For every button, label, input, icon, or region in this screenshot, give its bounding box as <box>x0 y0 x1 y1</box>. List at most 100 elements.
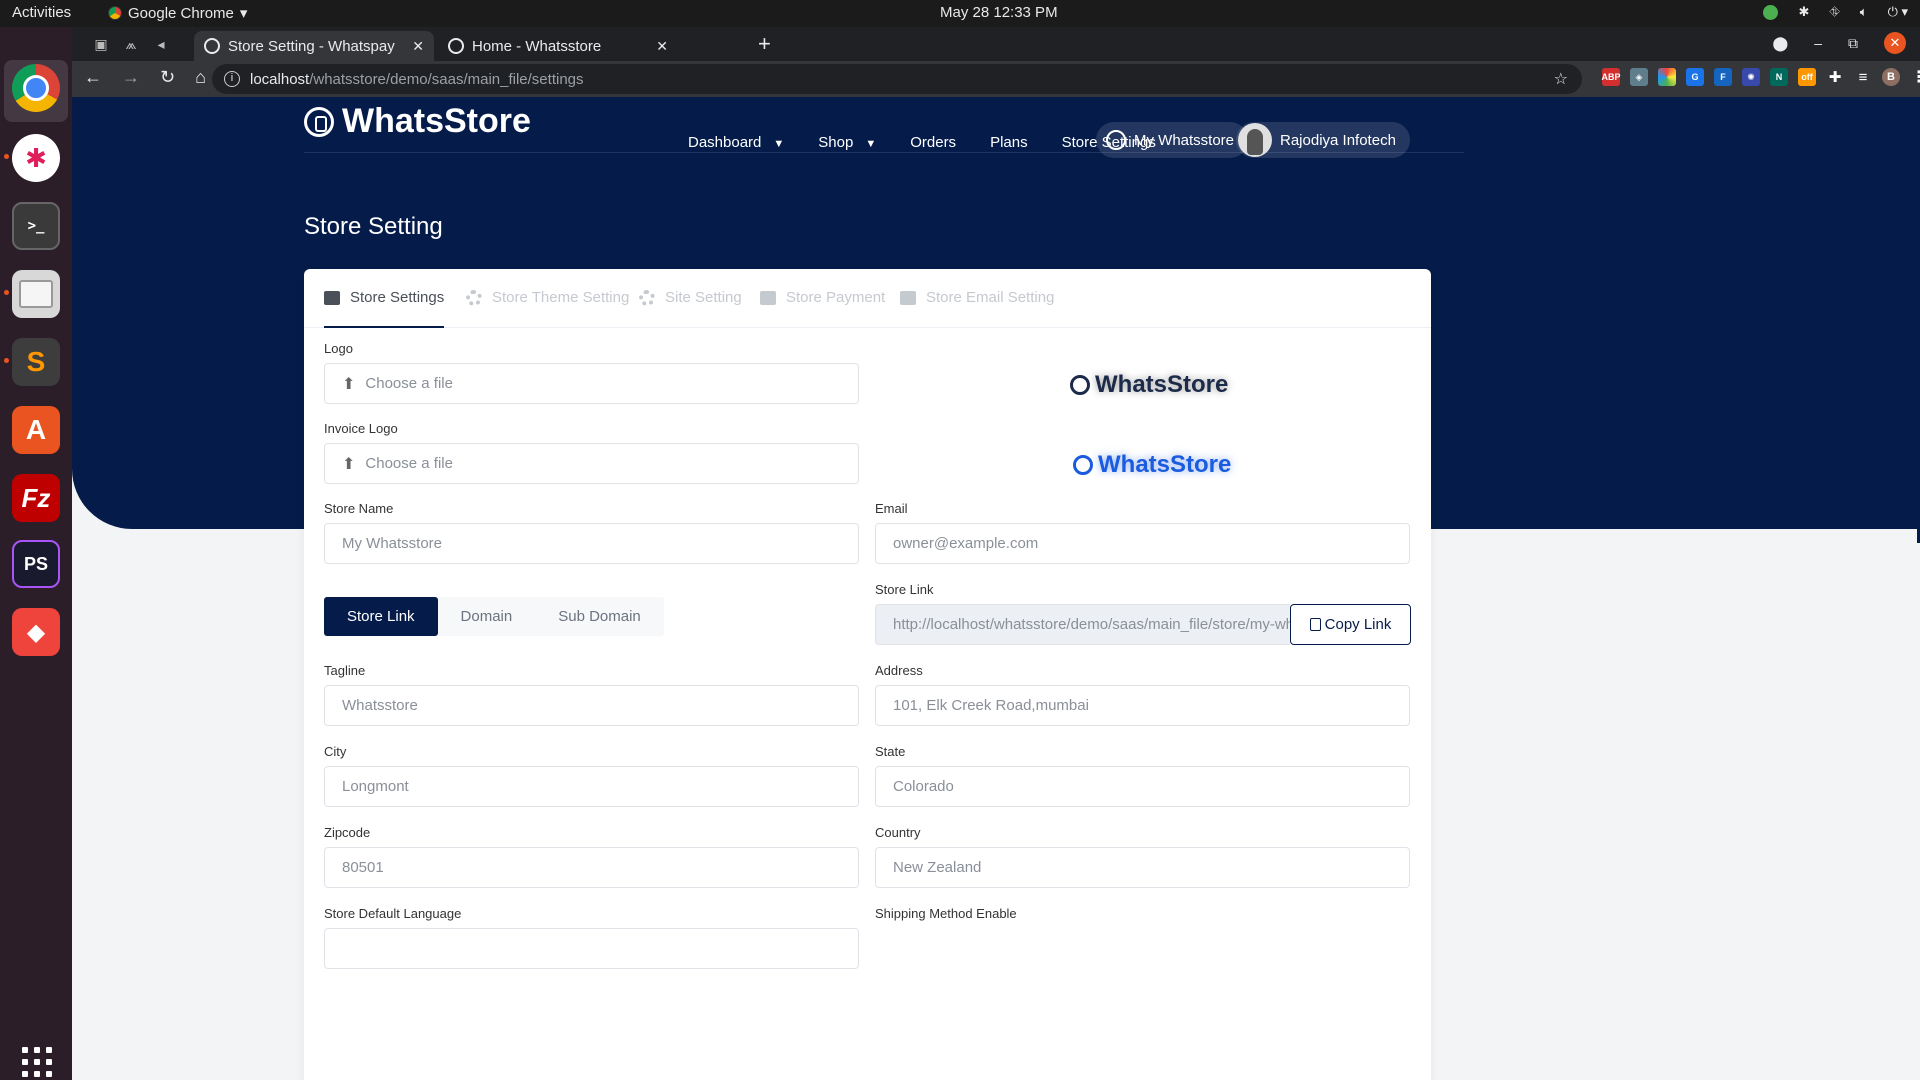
shield-extension-icon[interactable]: ◈ <box>1630 68 1648 86</box>
tab-store-email-setting[interactable]: Store Email Setting <box>900 289 1054 328</box>
menu-orders[interactable]: Orders <box>910 134 956 151</box>
minimize-button[interactable]: – <box>1814 35 1822 51</box>
store-link-field[interactable]: http://localhost/whatsstore/demo/saas/ma… <box>875 604 1290 645</box>
activities-button[interactable]: Activities <box>12 4 71 21</box>
my-whatsstore-button[interactable]: My Whatsstore <box>1096 122 1249 158</box>
n-extension-icon[interactable]: N <box>1770 68 1788 86</box>
app-menu[interactable]: Google Chrome ▾ <box>108 4 247 22</box>
new-tab-button[interactable]: + <box>758 31 771 57</box>
address-field[interactable]: 101, Elk Creek Road,mumbai <box>875 685 1410 726</box>
zipcode-label: Zipcode <box>324 825 371 840</box>
tagline-field[interactable]: Whatsstore <box>324 685 859 726</box>
browser-tab[interactable]: Home - Whatsstore ✕ <box>438 31 678 61</box>
tab-search-icon[interactable]: ⬤ <box>1773 35 1789 52</box>
pinned-tab-icon[interactable]: ▣ <box>90 33 112 55</box>
system-tray[interactable]: ✱ ⛗ 🔈︎ ⏻ ▾ <box>1763 4 1908 20</box>
store-name-field[interactable]: My Whatsstore <box>324 523 859 564</box>
user-name: Rajodiya Infotech <box>1280 131 1396 149</box>
tab-title: Home - Whatsstore <box>472 37 602 55</box>
extensions-row: ABP ◈ G F ✺ N off ✚ ≡ B ⋮ <box>1602 68 1920 86</box>
state-label: State <box>875 744 906 759</box>
kebab-menu-icon[interactable]: ⋮ <box>1910 68 1920 86</box>
logo-file-placeholder: Choose a file <box>365 375 453 392</box>
logo-file-input[interactable]: ⬆ Choose a file <box>324 363 859 404</box>
os-top-bar: Activities Google Chrome ▾ May 28 12:33 … <box>0 0 1920 27</box>
phpstorm-launcher-icon[interactable]: PS <box>12 540 60 588</box>
link-type-sub-domain[interactable]: Sub Domain <box>535 597 664 636</box>
site-info-icon[interactable]: i <box>224 71 240 87</box>
chrome-launcher-icon[interactable] <box>12 64 60 112</box>
update-ok-icon[interactable] <box>1763 4 1779 20</box>
sublime-launcher-icon[interactable]: S <box>4 338 60 386</box>
tab-label: Site Setting <box>665 289 742 306</box>
home-icon[interactable]: ⌂ <box>195 67 206 88</box>
copy-link-label: Copy Link <box>1324 616 1392 633</box>
logo-preview: WhatsStore <box>1070 371 1228 399</box>
link-type-switch: Store Link Domain Sub Domain <box>324 597 664 636</box>
forward-arrow-icon[interactable]: → <box>122 67 140 88</box>
pinned-tab-icon[interactable]: ⩕ <box>120 33 142 55</box>
zipcode-field[interactable]: 80501 <box>324 847 859 888</box>
back-arrow-icon[interactable]: ← <box>84 67 102 88</box>
url-host: localhost <box>250 70 310 88</box>
menu-dashboard[interactable]: Dashboard ▼ <box>688 134 784 151</box>
gear-extension-icon[interactable]: ✺ <box>1742 68 1760 86</box>
volume-icon[interactable]: 🔈︎ <box>1860 4 1868 20</box>
filezilla-launcher-icon[interactable]: Fz <box>12 474 60 522</box>
extensions-puzzle-icon[interactable]: ✚ <box>1826 68 1844 86</box>
country-field[interactable]: New Zealand <box>875 847 1410 888</box>
tab-label: Store Settings <box>350 289 445 306</box>
default-language-select[interactable] <box>324 928 859 969</box>
translate-extension-icon[interactable]: G <box>1686 68 1704 86</box>
menu-plans[interactable]: Plans <box>990 134 1028 151</box>
store-name-label: Store Name <box>324 501 394 516</box>
tab-label: Store Theme Setting <box>492 289 630 306</box>
tab-site-setting[interactable]: Site Setting <box>639 289 742 328</box>
whatsstore-logo-icon <box>304 106 334 137</box>
link-type-store-link[interactable]: Store Link <box>324 597 438 636</box>
system-clock[interactable]: May 28 12:33 PM <box>940 4 1058 21</box>
bookmark-star-icon[interactable]: ☆ <box>1554 69 1568 89</box>
city-field[interactable]: Longmont <box>324 766 859 807</box>
url-path: /whatsstore/demo/saas/main_file/settings <box>309 70 584 88</box>
close-tab-icon[interactable]: ✕ <box>412 38 424 55</box>
software-center-launcher-icon[interactable]: A <box>12 406 60 454</box>
tab-store-theme-setting[interactable]: Store Theme Setting <box>466 289 629 328</box>
pinned-tab-icon[interactable]: ◂ <box>150 33 172 55</box>
tab-store-settings[interactable]: Store Settings <box>324 289 445 328</box>
fonts-extension-icon[interactable]: F <box>1714 68 1732 86</box>
color-picker-extension-icon[interactable] <box>1658 68 1676 86</box>
address-bar[interactable]: i localhost/whatsstore/demo/saas/main_fi… <box>212 64 1582 94</box>
power-icon[interactable]: ⏻ ▾ <box>1888 4 1908 20</box>
gear-icon <box>466 290 482 306</box>
tab-store-payment[interactable]: Store Payment <box>760 289 885 328</box>
close-window-button[interactable]: ✕ <box>1884 32 1906 54</box>
tagline-label: Tagline <box>324 663 366 678</box>
invoice-logo-file-input[interactable]: ⬆ Choose a file <box>324 443 859 484</box>
user-menu-button[interactable]: Rajodiya Infotech <box>1236 122 1410 158</box>
browser-tab[interactable]: Store Setting - Whatspay ✕ <box>194 31 434 61</box>
profile-avatar[interactable]: B <box>1882 68 1900 86</box>
settings-card: Store Settings Store Theme Setting Site … <box>304 269 1431 1080</box>
off-extension-icon[interactable]: off <box>1798 68 1816 86</box>
restore-button[interactable]: ⧉ <box>1848 35 1858 52</box>
brand-name: WhatsStore <box>342 102 531 140</box>
reload-icon[interactable]: ↻ <box>160 67 175 88</box>
reading-list-icon[interactable]: ≡ <box>1854 68 1872 86</box>
show-apps-grid-icon[interactable] <box>22 1047 52 1077</box>
state-field[interactable]: Colorado <box>875 766 1410 807</box>
adblock-extension-icon[interactable]: ABP <box>1602 68 1621 86</box>
terminal-launcher-icon[interactable]: >_ <box>12 202 60 250</box>
slack-tray-icon[interactable]: ✱ <box>1798 4 1809 20</box>
email-field[interactable]: owner@example.com <box>875 523 1410 564</box>
settings-tabs: Store Settings Store Theme Setting Site … <box>304 269 1431 328</box>
menu-shop[interactable]: Shop ▼ <box>818 134 876 151</box>
anydesk-launcher-icon[interactable]: ◆ <box>12 608 60 656</box>
files-launcher-icon[interactable] <box>4 270 60 318</box>
slack-launcher-icon[interactable]: ✱ <box>4 134 60 182</box>
site-logo[interactable]: WhatsStore <box>304 102 531 141</box>
close-tab-icon[interactable]: ✕ <box>656 38 668 55</box>
network-icon[interactable]: ⛗ <box>1829 4 1839 20</box>
link-type-domain[interactable]: Domain <box>438 597 536 636</box>
copy-link-button[interactable]: Copy Link <box>1290 604 1411 645</box>
